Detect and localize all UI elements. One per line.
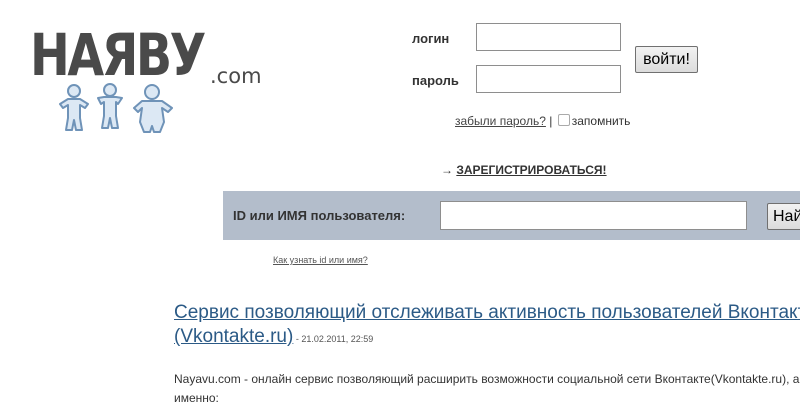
password-label: пароль <box>412 73 459 88</box>
user-search-input[interactable] <box>440 201 747 230</box>
remember-checkbox[interactable] <box>557 114 570 126</box>
login-button[interactable]: войти! <box>635 46 698 73</box>
article-title-line1: Сервис позволяющий отслеживать активност… <box>174 302 800 323</box>
help-row: Как узнать id или имя? <box>273 255 368 265</box>
search-button[interactable]: Найти <box>767 203 800 230</box>
article-title-line2: (Vkontakte.ru) <box>174 326 294 347</box>
login-input[interactable] <box>476 23 621 51</box>
forgot-password-link[interactable]: забыли пароль? <box>455 114 546 128</box>
login-options: забыли пароль? | запомнить <box>455 114 630 128</box>
search-label: ID или ИМЯ пользователя: <box>233 208 406 223</box>
article-body: Nayavu.com - онлайн сервис позволяющий р… <box>174 370 800 408</box>
article-header: Сервис позволяющий отслеживать активност… <box>174 301 800 351</box>
remember-label: запомнить <box>571 114 631 128</box>
how-to-find-id-link[interactable]: Как узнать id или имя? <box>273 255 368 265</box>
register-row: → ЗАРЕГИСТРИРОВАТЬСЯ! <box>441 163 607 177</box>
options-separator: | <box>549 114 553 128</box>
article-date: - 21.02.2011, 22:59 <box>293 334 374 344</box>
people-mascot-icon <box>59 83 173 133</box>
logo-domain-suffix: .com <box>210 64 262 88</box>
register-link[interactable]: ЗАРЕГИСТРИРОВАТЬСЯ! <box>456 163 606 177</box>
article-body-line1: Nayavu.com - онлайн сервис позволяющий р… <box>174 372 800 386</box>
arrow-right-icon: → <box>441 163 453 177</box>
site-logo[interactable]: НАЯВУ .com <box>30 21 262 136</box>
user-search-bar: ID или ИМЯ пользователя: Найти <box>223 191 800 240</box>
login-label: логин <box>412 31 450 46</box>
password-input[interactable] <box>476 65 621 93</box>
article-title-link[interactable]: Сервис позволяющий отслеживать активност… <box>174 302 800 347</box>
logo-wordmark: НАЯВУ <box>30 21 206 89</box>
article-body-line2: именно: <box>174 391 219 405</box>
